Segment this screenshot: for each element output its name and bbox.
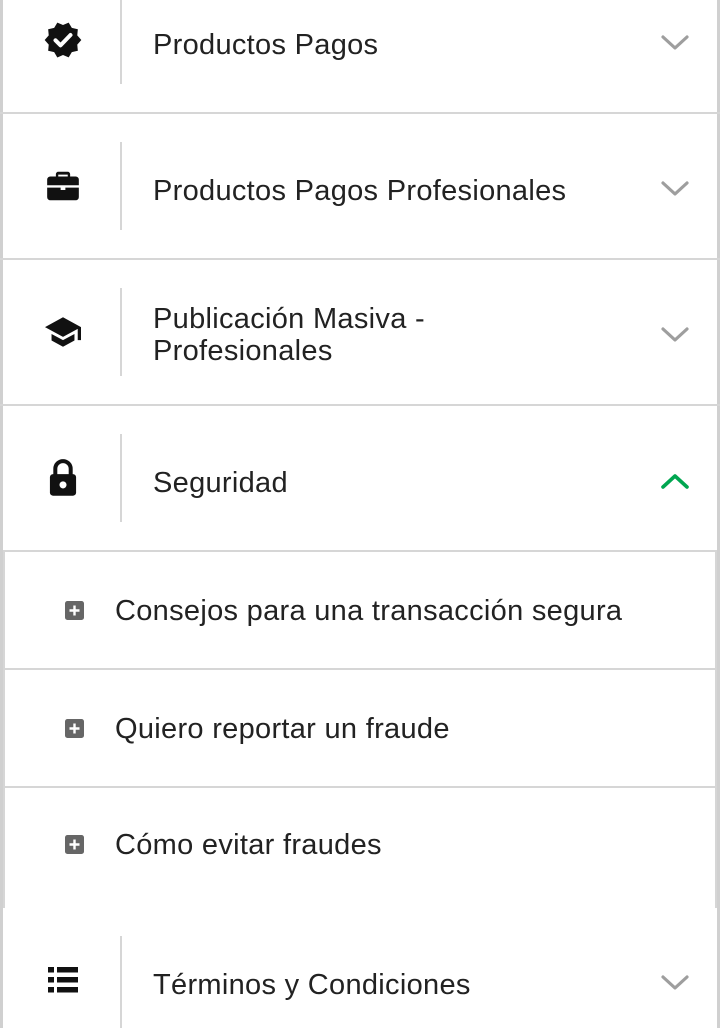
section-terminos[interactable]: Términos y Condiciones — [3, 908, 717, 1028]
subitem-evitar-fraudes[interactable]: Cómo evitar fraudes — [5, 788, 715, 904]
section-divider — [120, 434, 122, 522]
section-productos-pagos[interactable]: Productos Pagos — [3, 0, 717, 112]
section-label: Seguridad — [153, 467, 288, 499]
list-icon — [41, 958, 85, 1002]
chevron-up-icon[interactable] — [655, 462, 695, 502]
section-divider — [120, 142, 122, 230]
section-label-line2: Profesionales — [153, 335, 333, 367]
subitem-reportar-fraude[interactable]: Quiero reportar un fraude — [5, 670, 715, 786]
chevron-down-icon[interactable] — [655, 22, 695, 62]
section-divider — [120, 936, 122, 1028]
chevron-down-icon[interactable] — [655, 314, 695, 354]
section-seguridad[interactable]: Seguridad — [3, 406, 717, 550]
chevron-down-icon[interactable] — [655, 168, 695, 208]
help-menu: Productos Pagos Productos Pagos Profesio… — [0, 0, 720, 1028]
seguridad-subitems: Consejos para una transacción segura Qui… — [3, 550, 717, 911]
plus-square-icon — [65, 601, 84, 620]
section-productos-pagos-profesionales[interactable]: Productos Pagos Profesionales — [3, 114, 717, 258]
verified-badge-icon — [41, 18, 85, 62]
graduation-cap-icon — [41, 310, 85, 354]
section-divider — [120, 0, 122, 84]
section-divider — [120, 288, 122, 376]
plus-square-icon — [65, 719, 84, 738]
section-label-line1: Publicación Masiva - — [153, 303, 425, 335]
section-label: Productos Pagos Profesionales — [153, 175, 567, 207]
subitem-label: Quiero reportar un fraude — [115, 713, 450, 745]
lock-icon — [41, 456, 85, 500]
briefcase-icon — [41, 164, 85, 208]
plus-square-icon — [65, 835, 84, 854]
section-label: Productos Pagos — [153, 29, 379, 61]
subitem-consejos[interactable]: Consejos para una transacción segura — [5, 552, 715, 668]
chevron-down-icon[interactable] — [655, 962, 695, 1002]
section-label: Publicación Masiva - Profesionales — [153, 303, 627, 367]
section-publicacion-masiva[interactable]: Publicación Masiva - Profesionales — [3, 260, 717, 404]
subitem-label: Cómo evitar fraudes — [115, 829, 382, 861]
section-label: Términos y Condiciones — [153, 969, 471, 1001]
subitem-label: Consejos para una transacción segura — [115, 595, 623, 627]
